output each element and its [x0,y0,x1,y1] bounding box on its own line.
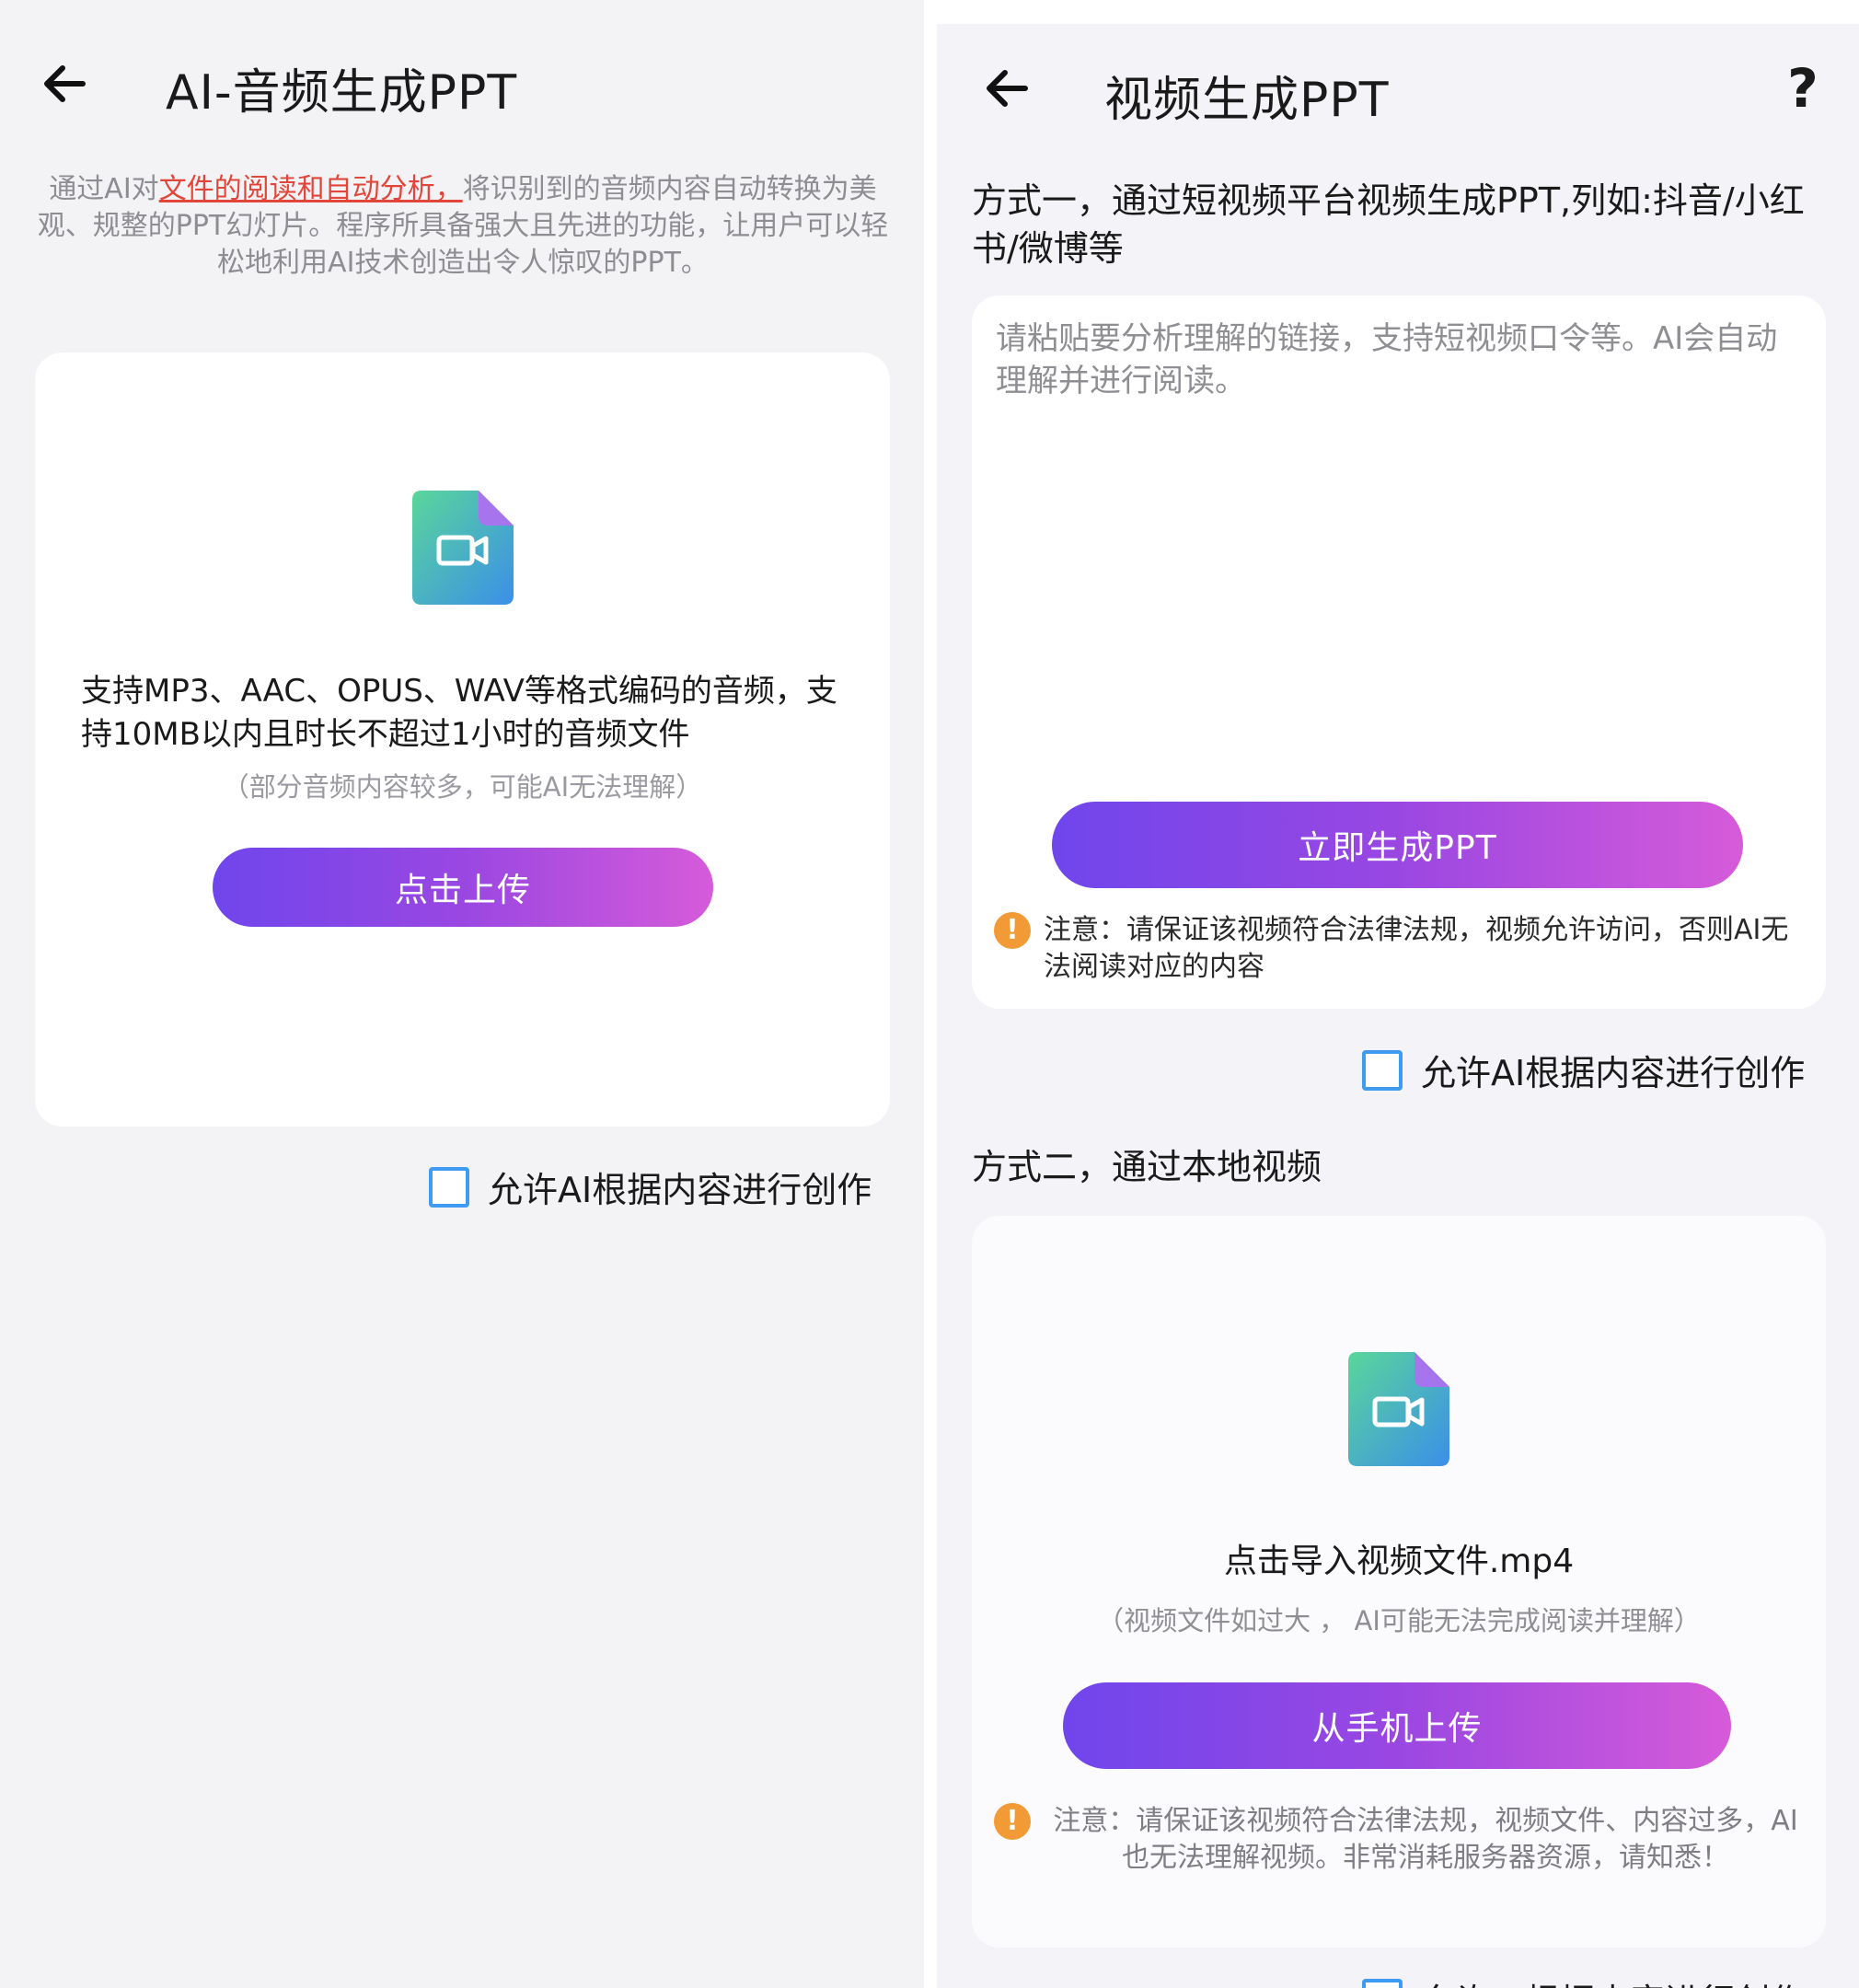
method-two-heading: 方式二，通过本地视频 [972,1147,1322,1187]
audio-upload-card: 支持MP3、AAC、OPUS、WAV等格式编码的音频，支持10MB以内且时长不超… [35,353,890,1127]
warning-icon: ! [994,912,1031,949]
allow-ai-label: 允许AI根据内容进行创作 [488,1170,872,1210]
video-file-icon [412,491,514,605]
support-formats-text: 支持MP3、AAC、OPUS、WAV等格式编码的音频，支持10MB以内且时长不超… [81,673,837,753]
link-input[interactable]: 请粘贴要分析理解的链接，支持短视频口令等。AI会自动理解并进行阅读。 [996,318,1796,778]
warning-text: 注意：请保证该视频符合法律法规，视频允许访问，否则AI无法阅读对应的内容 [1044,914,1789,983]
generate-ppt-button[interactable]: 立即生成PPT [1052,802,1743,888]
import-note: （视频文件如过大 ， AI可能无法完成阅读并理解） [1097,1605,1701,1636]
video-file-icon[interactable] [1348,1352,1449,1466]
help-icon[interactable]: ? [1780,57,1826,120]
allow-ai-option[interactable]: 允许AI根据内容进行创作 [429,1162,872,1212]
allow-ai-checkbox[interactable] [429,1166,469,1208]
allow-ai-label: 允许AI根据内容进行创作 [1421,1973,1805,1988]
upload-from-phone-button[interactable]: 从手机上传 [1063,1682,1731,1769]
support-note: （部分音频内容较多，可能AI无法理解） [222,771,703,803]
warning-text: 注意：请保证该视频符合法律法规，视频文件、内容过多，AI也无法理解视频。非常消耗… [1053,1805,1798,1874]
upload-button[interactable]: 点击上传 [213,848,713,927]
link-input-card: 请粘贴要分析理解的链接，支持短视频口令等。AI会自动理解并进行阅读。 立即生成P… [972,295,1826,1009]
import-video-label[interactable]: 点击导入视频文件.mp4 [972,1534,1826,1582]
desc-highlight: 文件的阅读和自动分析， [158,173,463,205]
back-arrow-icon[interactable] [979,61,1034,116]
status-bar [937,0,1859,24]
desc-prefix: 通过AI对 [49,173,159,205]
intro-description: 通过AI对文件的阅读和自动分析，将识别到的音频内容自动转换为美观、规整的PPT幻… [33,171,893,282]
page-title: AI-音频生成PPT [166,65,518,121]
warning-icon: ! [994,1803,1031,1840]
audio-ppt-screen: AI-音频生成PPT 通过AI对文件的阅读和自动分析，将识别到的音频内容自动转换… [0,0,924,1988]
page-title: 视频生成PPT [1104,73,1390,128]
allow-ai-label: 允许AI根据内容进行创作 [1421,1053,1806,1093]
local-video-card: 点击导入视频文件.mp4 （视频文件如过大 ， AI可能无法完成阅读并理解） 从… [972,1216,1826,1948]
allow-ai-option[interactable]: 允许AI根据内容进行创作 [1362,1045,1805,1095]
allow-ai-checkbox[interactable] [1362,1978,1403,1988]
video-ppt-screen: 视频生成PPT ? 方式一，通过短视频平台视频生成PPT,列如:抖音/小红书/微… [937,0,1859,1988]
allow-ai-option[interactable]: 允许AI根据内容进行创作 [1362,1973,1805,1988]
allow-ai-checkbox[interactable] [1362,1049,1403,1091]
method-one-heading: 方式一，通过短视频平台视频生成PPT,列如:抖音/小红书/微博等 [972,180,1805,269]
back-arrow-icon[interactable] [37,56,92,111]
